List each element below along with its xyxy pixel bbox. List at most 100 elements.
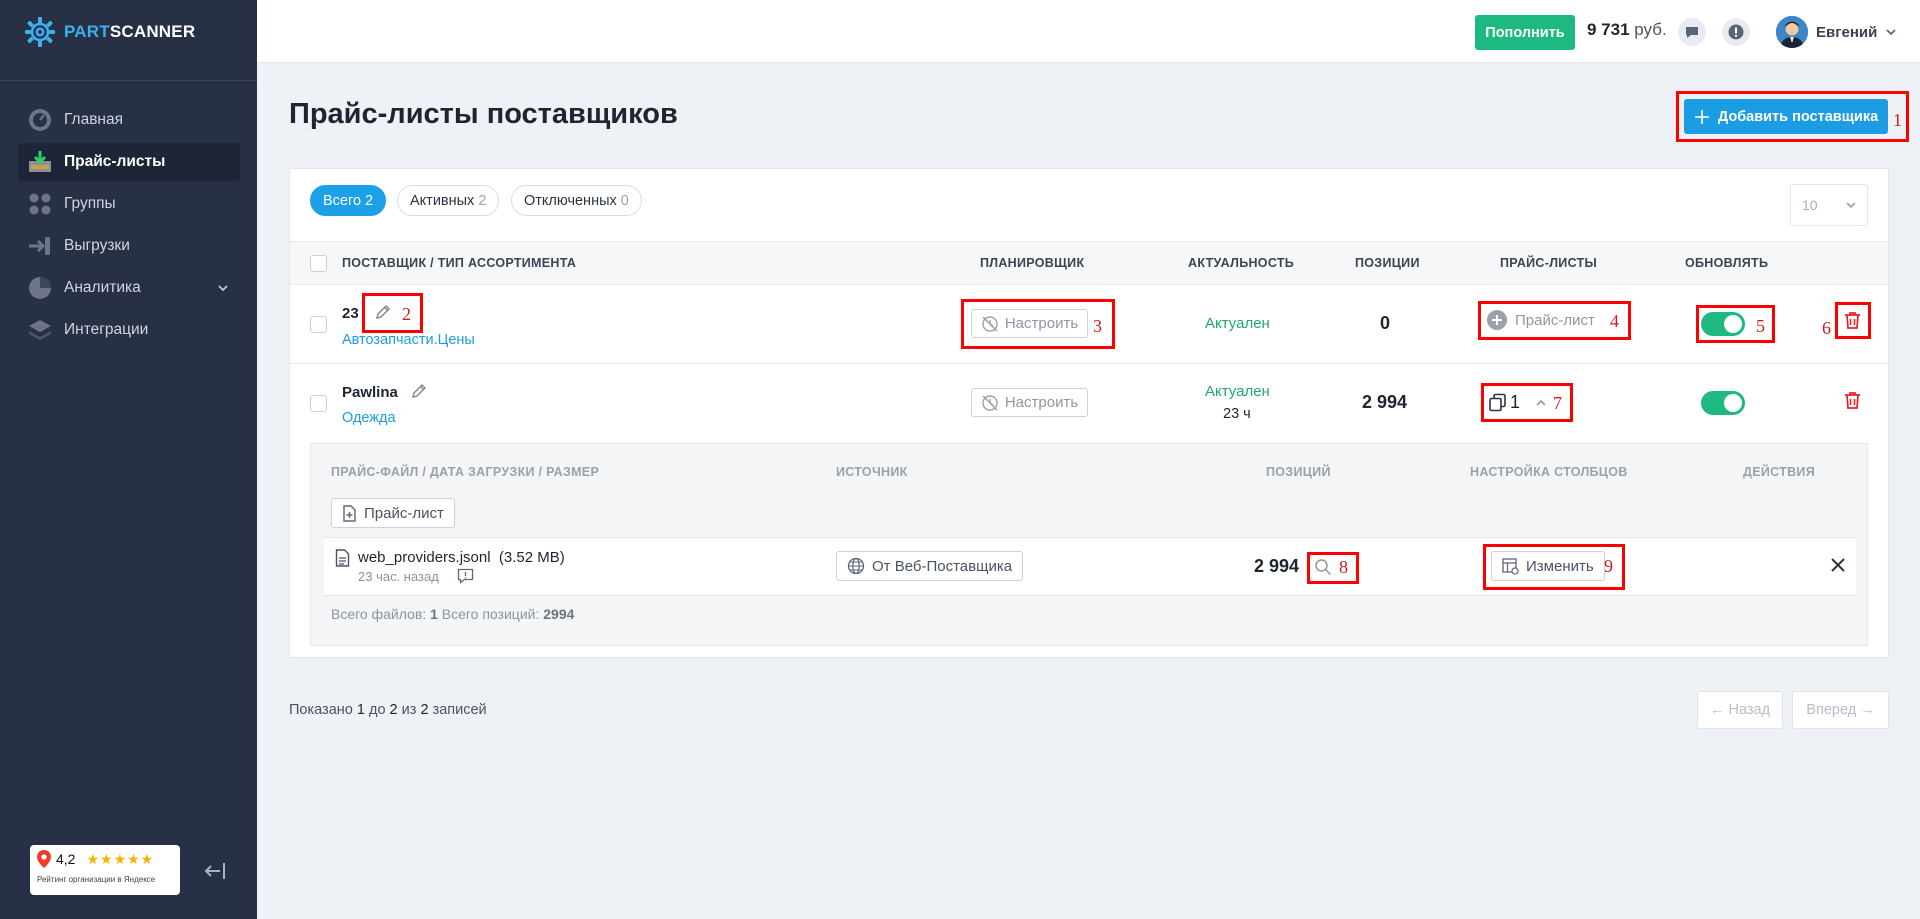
price-list-count-toggle[interactable]: 1 — [1488, 392, 1547, 413]
prev-page-button[interactable]: ← Назад — [1697, 691, 1783, 729]
positions-count: 2 994 — [1362, 392, 1408, 412]
row-divider — [290, 363, 1888, 364]
comment-icon[interactable] — [457, 568, 474, 585]
annotation-number-9: 9 — [1604, 556, 1613, 576]
avatar — [1776, 16, 1808, 48]
file-icon — [335, 549, 350, 567]
select-all-checkbox[interactable] — [310, 255, 327, 272]
row-checkbox[interactable] — [310, 395, 327, 412]
sidebar-item-home[interactable]: Главная — [18, 101, 240, 139]
yandex-rating-badge[interactable]: 4,2 ★★★★★ Рейтинг организации в Яндексе — [30, 845, 180, 895]
logo[interactable]: PARTSCANNER — [24, 16, 195, 48]
annotation-number-2: 2 — [402, 304, 411, 324]
add-price-file-button[interactable]: Прайс-лист — [331, 498, 455, 528]
column-actuality: АКТУАЛЬНОСТЬ — [1188, 256, 1295, 270]
user-name: Евгений — [1816, 23, 1878, 41]
edit-columns-button[interactable]: Изменить — [1491, 551, 1605, 581]
column-update: ОБНОВЛЯТЬ — [1685, 256, 1769, 270]
table-settings-icon — [1502, 557, 1519, 575]
positions-count: 0 — [1380, 313, 1391, 333]
annotation-box-2 — [362, 293, 423, 333]
groups-icon — [28, 192, 52, 216]
provider-name: 23 — [342, 305, 359, 322]
filter-active[interactable]: Активных 2 — [397, 185, 500, 216]
actuality-status: Актуален — [1205, 315, 1270, 332]
dashboard-icon — [28, 108, 52, 132]
add-provider-button[interactable]: Добавить поставщика — [1684, 99, 1888, 134]
column-price-lists: ПРАЙС-ЛИСТЫ — [1500, 256, 1598, 270]
update-toggle[interactable] — [1701, 391, 1745, 415]
sidebar-item-price-lists[interactable]: Прайс-листы — [18, 143, 240, 181]
annotation-number-5: 5 — [1756, 316, 1765, 336]
annotation-number-1: 1 — [1893, 110, 1902, 130]
edit-pencil-icon[interactable] — [410, 383, 427, 400]
clock-off-icon — [981, 394, 999, 412]
provider-type-link[interactable]: Одежда — [342, 410, 396, 426]
filter-all[interactable]: Всего 2 — [310, 185, 387, 216]
balance: 9 731 руб. — [1587, 20, 1667, 39]
column-columns-setup: НАСТРОЙКА СТОЛБЦОВ — [1470, 465, 1628, 479]
trash-icon[interactable] — [1843, 311, 1862, 330]
column-scheduler: ПЛАНИРОВЩИК — [980, 256, 1085, 270]
rating-value: 4,2 — [56, 851, 76, 867]
sidebar-item-exports[interactable]: Выгрузки — [18, 227, 240, 265]
scheduler-configure-button[interactable]: Настроить — [971, 309, 1088, 338]
analytics-icon — [28, 276, 52, 300]
trash-icon[interactable] — [1843, 391, 1862, 410]
alert-icon[interactable] — [1722, 18, 1750, 46]
file-plus-icon — [342, 504, 357, 522]
plus-circle-icon — [1487, 310, 1507, 330]
page-title: Прайс-листы поставщиков — [289, 98, 678, 130]
column-source: ИСТОЧНИК — [836, 465, 908, 479]
search-icon[interactable] — [1314, 558, 1332, 576]
price-file-row — [324, 537, 1856, 596]
row-checkbox[interactable] — [310, 316, 327, 333]
close-icon[interactable] — [1831, 558, 1845, 572]
column-file-positions: ПОЗИЦИЙ — [1266, 465, 1331, 479]
rating-stars: ★★★★★ — [86, 850, 155, 867]
integrations-icon — [28, 318, 52, 342]
column-positions: ПОЗИЦИИ — [1355, 256, 1420, 270]
provider-name: Pawlina — [342, 384, 398, 401]
top-header — [257, 0, 1920, 63]
collapse-sidebar-icon[interactable] — [202, 858, 228, 884]
map-pin-icon — [37, 850, 51, 868]
chevron-up-icon — [1535, 397, 1547, 409]
column-file: ПРАЙС-ФАЙЛ / ДАТА ЗАГРУЗКИ / РАЗМЕР — [331, 465, 600, 479]
source-button[interactable]: От Веб-Поставщика — [836, 551, 1024, 581]
chevron-down-icon[interactable] — [216, 281, 230, 295]
brand-name: PARTSCANNER — [64, 22, 196, 41]
chevron-down-icon — [1885, 26, 1897, 38]
user-menu[interactable]: Евгений — [1776, 15, 1897, 49]
per-page-select[interactable]: 10 — [1790, 184, 1868, 226]
sidebar-item-integrations[interactable]: Интеграции — [18, 311, 240, 349]
sidebar-item-groups[interactable]: Группы — [18, 185, 240, 223]
column-actions: ДЕЙСТВИЯ — [1743, 465, 1815, 479]
file-positions-count: 2 994 — [1254, 556, 1300, 576]
scheduler-configure-button[interactable]: Настроить — [971, 388, 1088, 417]
topup-button[interactable]: Пополнить — [1475, 15, 1575, 50]
clock-off-icon — [981, 315, 999, 333]
annotation-number-6: 6 — [1822, 318, 1831, 338]
annotation-number-3: 3 — [1093, 316, 1102, 336]
sidebar-item-analytics[interactable]: Аналитика — [18, 269, 240, 307]
edit-pencil-icon[interactable] — [374, 304, 391, 321]
annotation-number-4: 4 — [1610, 311, 1619, 331]
chevron-down-icon — [1845, 199, 1857, 211]
column-provider: ПОСТАВЩИК / ТИП АССОРТИМЕНТА — [342, 256, 577, 270]
next-page-button[interactable]: Вперед → — [1792, 691, 1889, 729]
price-list-icon — [28, 150, 52, 174]
provider-type-link[interactable]: Автозапчасти.Цены — [342, 332, 475, 348]
rating-caption: Рейтинг организации в Яндексе — [37, 875, 156, 884]
filter-disabled[interactable]: Отключенных 0 — [511, 185, 642, 216]
chat-icon[interactable] — [1678, 18, 1706, 46]
records-shown: Показано 1 до 2 из 2 записей — [289, 702, 487, 718]
sidebar-divider — [0, 80, 257, 81]
file-name: web_providers.jsonl (3.52 MB) — [358, 549, 565, 566]
update-toggle[interactable] — [1701, 312, 1745, 336]
annotation-number-8: 8 — [1339, 557, 1348, 577]
actuality-status: Актуален — [1205, 383, 1270, 400]
files-summary: Всего файлов: 1 Всего позиций: 2994 — [331, 606, 575, 622]
add-price-list-button[interactable]: Прайс-лист — [1487, 310, 1595, 330]
export-icon — [28, 234, 52, 258]
